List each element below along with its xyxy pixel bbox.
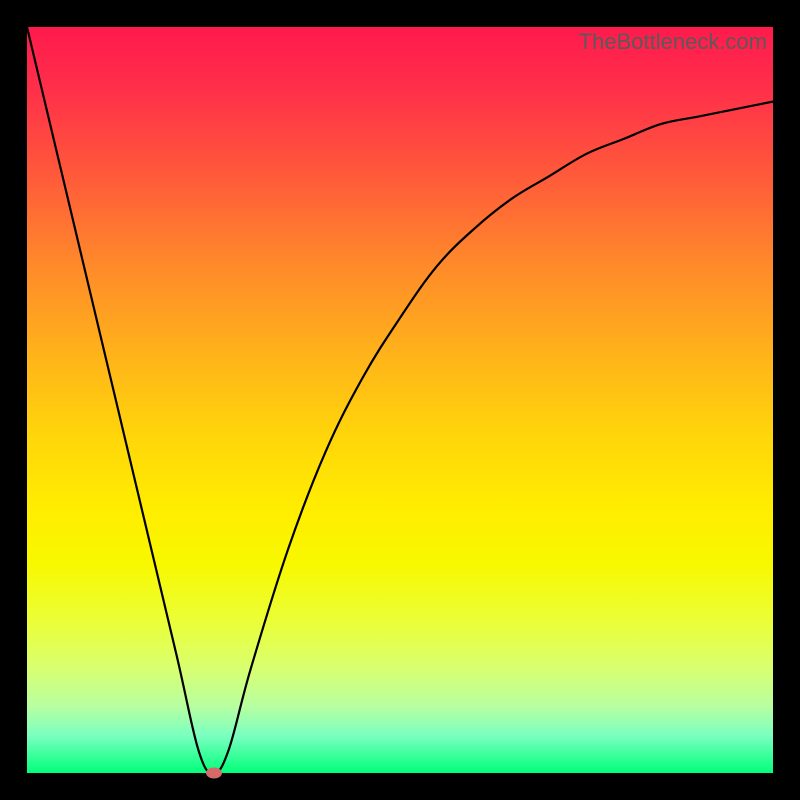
minimum-marker xyxy=(206,768,222,779)
chart-container: TheBottleneck.com xyxy=(0,0,800,800)
bottleneck-curve xyxy=(27,27,773,773)
plot-area: TheBottleneck.com xyxy=(27,27,773,773)
watermark-text: TheBottleneck.com xyxy=(579,29,767,55)
curve-svg xyxy=(27,27,773,773)
